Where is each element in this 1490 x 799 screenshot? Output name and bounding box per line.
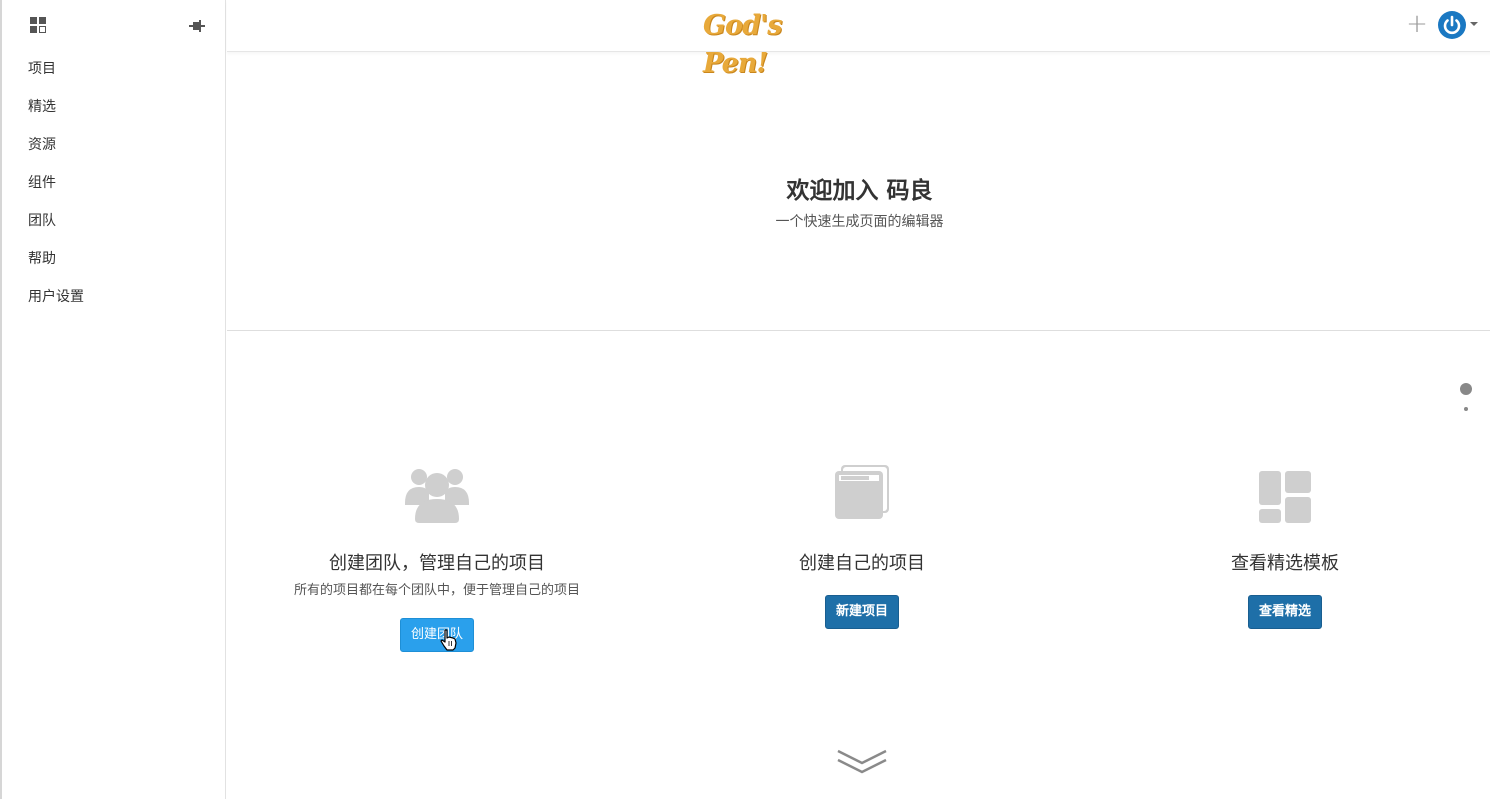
sidebar-item-components[interactable]: 组件 [4,166,225,204]
sidebar-item-help[interactable]: 帮助 [4,242,225,280]
sidebar: 项目 精选 资源 组件 团队 帮助 用户设置 [4,0,226,799]
templates-grid-icon [1155,471,1415,527]
view-featured-button[interactable]: 查看精选 [1247,595,1322,629]
team-users-icon [267,463,607,527]
sidebar-item-user-settings[interactable]: 用户设置 [4,280,225,318]
app-window: 项目 精选 资源 组件 团队 帮助 用户设置 God's Pen! + 欢迎加入… [0,0,1490,799]
power-icon[interactable] [1438,11,1466,39]
user-menu-caret-icon[interactable] [1470,22,1478,26]
sidebar-item-teams[interactable]: 团队 [4,204,225,242]
welcome-title: 欢迎加入 码良 [786,178,933,204]
welcome-subtitle: 一个快速生成页面的编辑器 [775,214,944,230]
create-team-title: 创建团队，管理自己的项目 [329,553,545,574]
page-indicator-active[interactable] [1460,383,1472,395]
create-team-description: 所有的项目都在每个团队中，便于管理自己的项目 [293,583,580,598]
create-team-button[interactable]: 创建团队 [399,618,474,652]
scroll-down-chevron-icon[interactable] [837,747,887,777]
create-team-card: 创建团队，管理自己的项目 所有的项目都在每个团队中，便于管理自己的项目 创建团队 [267,463,607,652]
logo[interactable]: God's Pen! [703,7,809,79]
page-indicator[interactable] [1464,407,1468,411]
pin-icon[interactable] [187,18,207,32]
new-project-button[interactable]: 新建项目 [824,595,899,629]
create-project-card: 创建自己的项目 新建项目 [732,463,992,629]
create-project-title: 创建自己的项目 [799,553,925,574]
sidebar-item-projects[interactable]: 项目 [4,52,225,90]
project-window-icon [732,463,992,527]
mouse-pointer-hand-icon [440,629,458,651]
welcome-banner: 欢迎加入 码良 一个快速生成页面的编辑器 [227,53,1490,331]
sidebar-header [4,0,225,52]
featured-templates-card: 查看精选模板 查看精选 [1155,471,1415,629]
sidebar-nav: 项目 精选 资源 组件 团队 帮助 用户设置 [4,52,225,318]
add-button[interactable]: + [1405,11,1429,38]
featured-templates-title: 查看精选模板 [1231,553,1339,574]
top-header: God's Pen! + [227,0,1490,79]
sidebar-item-resources[interactable]: 资源 [4,128,225,166]
main-content: 欢迎加入 码良 一个快速生成页面的编辑器 创建团队，管理自己的项目 所有的项目都… [227,53,1490,799]
dashboard-grid-icon[interactable] [30,17,46,33]
sidebar-item-featured[interactable]: 精选 [4,90,225,128]
